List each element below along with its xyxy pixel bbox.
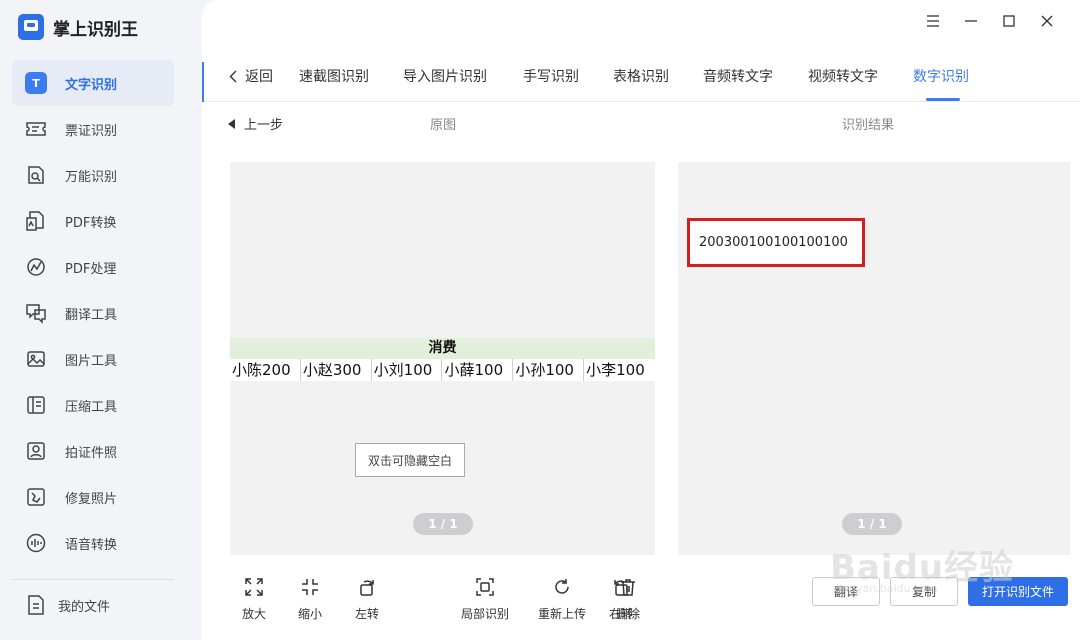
window-controls: [914, 8, 1066, 34]
zoom-in-button[interactable]: 放大: [242, 575, 266, 622]
brand: 掌上识别王: [18, 12, 138, 42]
sidebar-item-my-files[interactable]: 我的文件: [12, 585, 174, 625]
delete-button[interactable]: 删除: [616, 575, 640, 622]
open-result-file-button[interactable]: 打开识别文件: [968, 577, 1068, 606]
sidebar-item-label: 图片工具: [65, 353, 118, 369]
crop-scan-icon: [473, 575, 497, 599]
text-recognition-icon: T: [24, 71, 48, 95]
sidebar-item-pdf-process[interactable]: PDF处理: [12, 244, 174, 290]
sidebar-item-label: 翻译工具: [65, 307, 118, 323]
sidebar-item-label: PDF处理: [65, 261, 117, 277]
maximize-icon: [1003, 15, 1015, 27]
tab-quick-screenshot[interactable]: 速截图识别: [299, 66, 369, 86]
tab-import-image[interactable]: 导入图片识别: [403, 66, 487, 86]
translate-button[interactable]: 翻译: [812, 577, 880, 606]
sidebar-item-label: 修复照片: [65, 491, 118, 507]
sidebar-item-label: 万能识别: [65, 169, 118, 185]
close-icon: [1041, 15, 1053, 27]
original-image-panel[interactable]: 消费 小陈200 小赵300 小刘100 小薛100 小孙100 小李100 双…: [230, 162, 655, 555]
sheet-cell: 小薛100: [442, 359, 514, 381]
sidebar-item-label: 语音转换: [65, 537, 118, 553]
ticket-icon: [24, 117, 48, 141]
sidebar-item-image-tool[interactable]: 图片工具: [12, 336, 174, 382]
back-button[interactable]: 返回: [229, 66, 273, 86]
sidebar-nav: T 文字识别 票证识别 万能识别 PDF转换 PDF处理 翻译工具 图片工具 压…: [12, 60, 174, 566]
translate-icon: [24, 301, 48, 325]
sidebar-item-text-recognition[interactable]: T 文字识别: [12, 60, 174, 106]
sheet-cell: 小赵300: [301, 359, 372, 381]
sidebar-item-ticket[interactable]: 票证识别: [12, 106, 174, 152]
hide-blank-button[interactable]: 双击可隐藏空白: [355, 443, 465, 477]
tab-video-to-text[interactable]: 视频转文字: [808, 66, 878, 86]
sheet-cell: 小陈200: [230, 359, 301, 381]
sheet-cell: 小孙100: [513, 359, 585, 381]
image-tool-icon: [24, 347, 48, 371]
tabs-accent-bar: [202, 62, 204, 102]
rotate-left-icon: [355, 575, 379, 599]
rotate-left-button[interactable]: 左转: [355, 575, 379, 622]
tab-table[interactable]: 表格识别: [613, 66, 669, 86]
pdf-convert-icon: [24, 209, 48, 233]
sidebar: 掌上识别王 T 文字识别 票证识别 万能识别 PDF转换 PDF处理 翻译工具 …: [0, 0, 200, 640]
sheet-cell: 小刘100: [372, 359, 443, 381]
pdf-process-icon: [24, 255, 48, 279]
expand-icon: [242, 575, 266, 599]
id-photo-icon: [24, 439, 48, 463]
sidebar-item-label: 我的文件: [58, 599, 111, 615]
original-image-title: 原图: [430, 118, 457, 133]
sidebar-item-id-photo[interactable]: 拍证件照: [12, 428, 174, 474]
feature-tabs: 返回 速截图识别 导入图片识别 手写识别 表格识别 音频转文字 视频转文字 数字…: [202, 48, 1080, 102]
refresh-icon: [550, 575, 574, 599]
trash-icon: [616, 575, 640, 599]
recognized-text[interactable]: 200300100100100100: [687, 218, 865, 267]
chevron-left-icon: [229, 70, 237, 82]
close-button[interactable]: [1028, 8, 1066, 34]
sidebar-item-label: 票证识别: [65, 123, 118, 139]
sidebar-item-pdf-convert[interactable]: PDF转换: [12, 198, 174, 244]
sidebar-item-label: 文字识别: [65, 77, 118, 93]
universal-scan-icon: [24, 163, 48, 187]
menu-icon: [927, 15, 939, 27]
menu-button[interactable]: [914, 8, 952, 34]
partial-recognition-button[interactable]: 局部识别: [461, 575, 509, 622]
sidebar-divider: [12, 579, 174, 580]
result-panel: 200300100100100100 1 / 1: [678, 162, 1070, 555]
sidebar-item-label: PDF转换: [65, 215, 117, 231]
sheet-title: 消费: [230, 338, 655, 359]
reupload-button[interactable]: 重新上传: [538, 575, 586, 622]
minimize-button[interactable]: [952, 8, 990, 34]
previous-step-button[interactable]: 上一步: [228, 114, 283, 133]
copy-button[interactable]: 复制: [890, 577, 958, 606]
sheet-cell: 小李100: [586, 361, 645, 379]
sidebar-item-voice-convert[interactable]: 语音转换: [12, 520, 174, 566]
triangle-left-icon: [228, 118, 235, 129]
sub-header: 上一步 原图 识别结果: [202, 102, 1080, 142]
tab-audio-to-text[interactable]: 音频转文字: [703, 66, 773, 86]
app-name: 掌上识别王: [53, 19, 138, 40]
result-title: 识别结果: [842, 118, 895, 133]
tab-number-recognition[interactable]: 数字识别: [913, 66, 969, 86]
file-icon: [24, 593, 48, 617]
result-page-indicator: 1 / 1: [842, 513, 902, 535]
original-page-indicator: 1 / 1: [413, 513, 473, 535]
voice-convert-icon: [24, 531, 48, 555]
zoom-out-button[interactable]: 缩小: [298, 575, 322, 622]
sidebar-item-universal[interactable]: 万能识别: [12, 152, 174, 198]
tab-handwriting[interactable]: 手写识别: [523, 66, 579, 86]
main-panel: 返回 速截图识别 导入图片识别 手写识别 表格识别 音频转文字 视频转文字 数字…: [202, 0, 1080, 640]
active-tab-underline: [926, 98, 960, 101]
shrink-icon: [298, 575, 322, 599]
sheet-row: 小陈200 小赵300 小刘100 小薛100 小孙100 小李100: [230, 359, 655, 381]
photo-repair-icon: [24, 485, 48, 509]
compress-icon: [24, 393, 48, 417]
sidebar-item-translate[interactable]: 翻译工具: [12, 290, 174, 336]
sidebar-item-label: 拍证件照: [65, 445, 118, 461]
app-logo-icon: [18, 14, 44, 40]
sidebar-item-compress[interactable]: 压缩工具: [12, 382, 174, 428]
sidebar-item-label: 压缩工具: [65, 399, 118, 415]
sidebar-item-photo-repair[interactable]: 修复照片: [12, 474, 174, 520]
maximize-button[interactable]: [990, 8, 1028, 34]
minimize-icon: [965, 20, 977, 22]
